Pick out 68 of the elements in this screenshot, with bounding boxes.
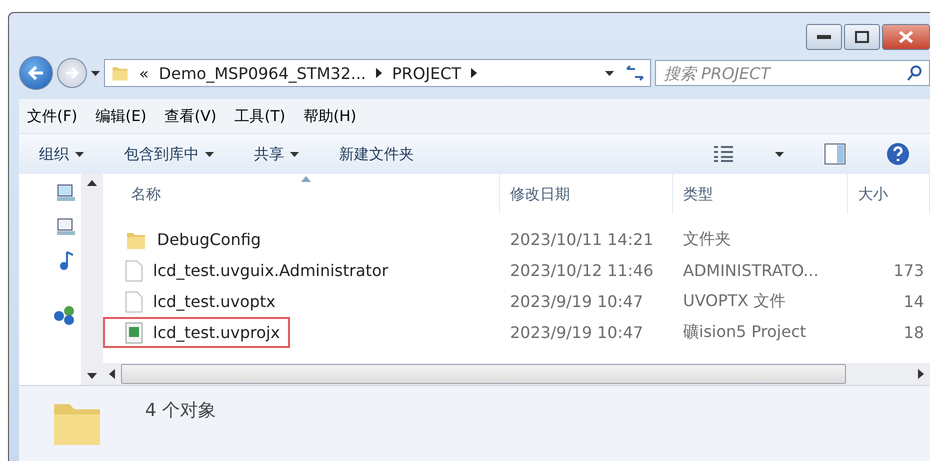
menu-item[interactable]: 文件(F) (27, 106, 78, 126)
toolbar-button[interactable]: 包含到库中 (124, 144, 214, 164)
file-name[interactable]: lcd_test.uvoptx (153, 292, 276, 311)
menu-item[interactable]: 编辑(E) (95, 106, 147, 126)
item-count: 4 个对象 (145, 399, 216, 423)
chevron-icon[interactable] (376, 68, 382, 78)
type-cell-text: ADMINISTRATO... (682, 261, 820, 280)
menu-item[interactable]: 工具(T) (234, 106, 286, 126)
preview-pane-icon[interactable] (824, 143, 846, 165)
view-options-icon[interactable] (713, 145, 735, 163)
toolbar-button[interactable]: 新建文件夹 (339, 144, 414, 164)
computer-icon (55, 182, 77, 204)
breadcrumb[interactable]: Demo_MSP0964_STM32... (158, 64, 366, 82)
file-icon (125, 290, 143, 312)
toolbar-button[interactable]: 组织 (39, 144, 84, 164)
file-name[interactable]: lcd_test.uvprojx (153, 323, 280, 342)
minimize-icon (817, 35, 831, 39)
scroll-left-icon[interactable] (109, 369, 115, 379)
project-file-icon (125, 322, 143, 344)
horizontal-scrollbar[interactable] (103, 363, 930, 385)
maximize-icon (855, 31, 869, 43)
caret-icon (205, 152, 214, 156)
size-cell-text: 18 (902, 323, 925, 342)
type-cell-text: 文件夹 (682, 229, 732, 250)
file-name[interactable]: lcd_test.uvguix.Administrator (153, 261, 388, 280)
maximize-button[interactable] (844, 24, 880, 50)
caret-icon (290, 152, 299, 156)
type-cell-text: UVOPTX 文件 (682, 291, 786, 312)
size-cell-text: 173 (892, 261, 925, 280)
caret-icon (75, 152, 84, 156)
type-cell-text: 礦ision5 Project (682, 322, 808, 343)
dropdown-caret-icon (605, 70, 614, 76)
scroll-up-icon[interactable] (87, 180, 97, 186)
back-arrow-icon (28, 66, 44, 80)
size-cell-text: 14 (902, 292, 925, 311)
scroll-down-icon[interactable] (87, 373, 97, 379)
toolbar-button[interactable]: 共享 (254, 144, 299, 164)
file-name[interactable]: DebugConfig (157, 230, 261, 249)
network-icon (53, 304, 77, 326)
scroll-right-icon[interactable] (918, 369, 924, 379)
search-icon (907, 65, 923, 81)
breadcrumb[interactable]: PROJECT (392, 64, 462, 82)
overflow-chevron[interactable]: « (139, 64, 149, 82)
menu-item[interactable]: 帮助(H) (303, 106, 356, 126)
forward-arrow-icon (65, 67, 79, 79)
file-icon (125, 260, 143, 282)
menu-item[interactable]: 查看(V) (164, 106, 216, 126)
history-caret-icon (91, 70, 100, 76)
search-box[interactable]: 搜索 PROJECT (655, 60, 930, 86)
caret-icon (775, 152, 784, 156)
date-cell-text: 2023/10/11 14:21 (509, 230, 654, 249)
close-button[interactable] (882, 24, 930, 50)
help-icon[interactable] (886, 142, 910, 166)
column-header[interactable]: 名称 (103, 174, 500, 214)
column-header[interactable]: 大小 (848, 174, 930, 214)
back-button[interactable] (19, 56, 53, 90)
address-bar[interactable]: « Demo_MSP0964_STM32... PROJECT (104, 59, 651, 87)
column-header[interactable]: 修改日期 (500, 174, 673, 214)
scrollbar[interactable] (81, 174, 103, 385)
column-header[interactable]: 类型 (673, 174, 848, 214)
chevron-icon[interactable] (471, 68, 478, 78)
date-cell-text: 2023/10/12 11:46 (509, 261, 654, 280)
forward-button[interactable] (57, 58, 87, 88)
close-icon (898, 30, 914, 44)
refresh-icon[interactable] (624, 65, 646, 81)
date-cell-text: 2023/9/19 10:47 (509, 323, 644, 342)
minimize-button[interactable] (806, 24, 842, 50)
date-cell-text: 2023/9/19 10:47 (509, 292, 644, 311)
